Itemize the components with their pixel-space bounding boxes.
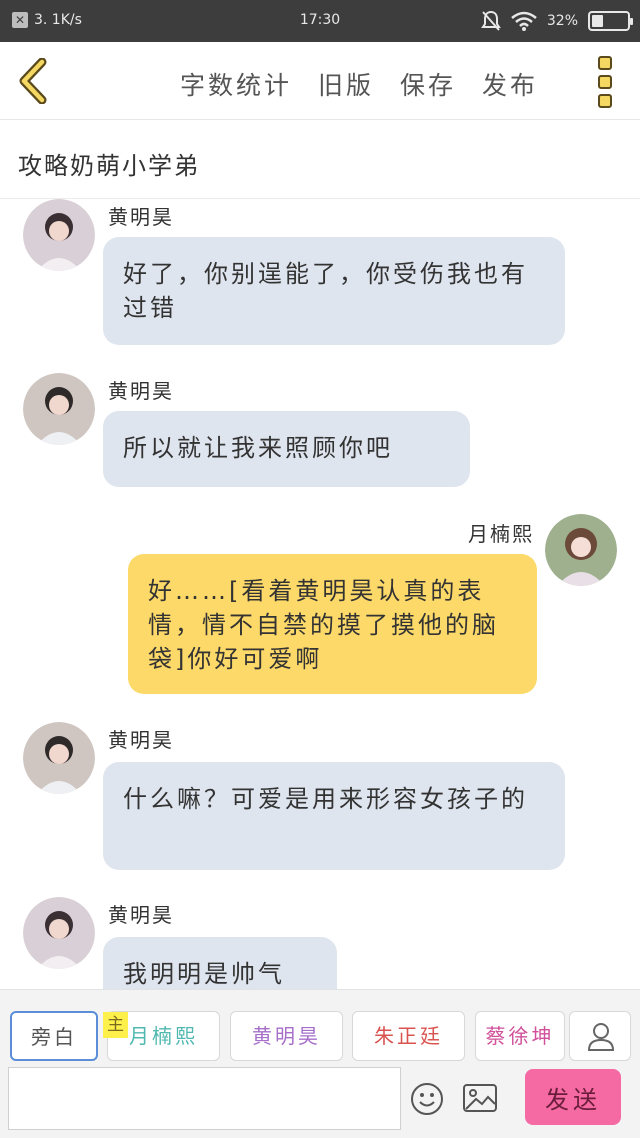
- image-button[interactable]: [462, 1082, 498, 1114]
- message-bubble[interactable]: 好了，你别逞能了，你受伤我也有过错: [103, 237, 565, 345]
- more-menu-button[interactable]: [598, 56, 614, 108]
- toolbar-actions: 字数统计 旧版 保存 发布: [180, 66, 538, 102]
- bell-muted-icon: [481, 10, 501, 31]
- status-right: 32%: [481, 10, 633, 32]
- wifi-icon: [511, 11, 537, 31]
- publish-button[interactable]: 发布: [482, 66, 538, 102]
- word-count-button[interactable]: 字数统计: [180, 66, 292, 102]
- menu-dot-icon: [598, 94, 612, 108]
- avatar[interactable]: [23, 199, 95, 271]
- menu-dot-icon: [598, 56, 612, 70]
- sender-name: 黄明昊: [108, 205, 174, 229]
- status-bar: ✕ 3. 1K/s 17:30 32%: [0, 0, 640, 42]
- avatar[interactable]: [23, 897, 95, 969]
- add-role-button[interactable]: [569, 1011, 631, 1061]
- image-icon: [463, 1084, 497, 1112]
- story-title[interactable]: 攻略奶萌小学弟: [18, 146, 200, 181]
- emoji-button[interactable]: [410, 1082, 444, 1116]
- role-huangminghao-button[interactable]: 黄明昊: [230, 1011, 343, 1061]
- sender-name: 黄明昊: [108, 903, 174, 927]
- menu-dot-icon: [598, 75, 612, 89]
- message-bubble[interactable]: 我明明是帅气: [103, 937, 337, 989]
- battery-icon: [588, 11, 633, 31]
- message-input[interactable]: [8, 1067, 401, 1130]
- back-button[interactable]: [14, 57, 54, 105]
- chevron-left-icon: [19, 57, 47, 105]
- chat-area[interactable]: 黄明昊 好了，你别逞能了，你受伤我也有过错 黄明昊 所以就让我来照顾你吧 月楠熙…: [0, 199, 640, 989]
- send-button[interactable]: 发送: [525, 1069, 621, 1125]
- role-zhuzhengting-button[interactable]: 朱正廷: [352, 1011, 465, 1061]
- person-icon: [587, 1023, 615, 1051]
- sender-name: 黄明昊: [108, 379, 174, 403]
- sender-name: 月楠熙: [468, 522, 534, 546]
- avatar[interactable]: [545, 514, 617, 586]
- role-caixukun-button[interactable]: 蔡徐坤: [475, 1011, 565, 1061]
- battery-percent: 32%: [546, 13, 578, 29]
- message-bubble[interactable]: 所以就让我来照顾你吧: [103, 411, 470, 487]
- role-narrator-button[interactable]: 旁白: [10, 1011, 98, 1061]
- main-role-tag: 主: [103, 1012, 128, 1038]
- save-button[interactable]: 保存: [400, 66, 456, 102]
- message-bubble[interactable]: 好……[看着黄明昊认真的表情，情不自禁的摸了摸他的脑袋]你好可爱啊: [128, 554, 537, 694]
- avatar[interactable]: [23, 373, 95, 445]
- message-bubble[interactable]: 什么嘛？可爱是用来形容女孩子的: [103, 762, 565, 870]
- avatar[interactable]: [23, 722, 95, 794]
- sender-name: 黄明昊: [108, 728, 174, 752]
- old-version-button[interactable]: 旧版: [318, 66, 374, 102]
- editor-toolbar: 字数统计 旧版 保存 发布: [0, 42, 640, 120]
- battery-fill: [592, 15, 603, 27]
- smiley-icon: [411, 1083, 443, 1115]
